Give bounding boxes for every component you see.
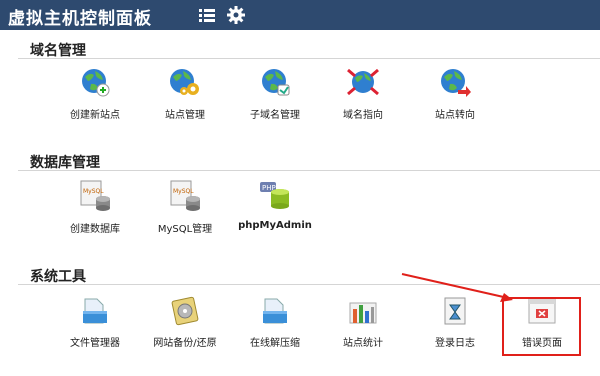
item-label: 站点统计 [343,338,383,349]
domain-point-item[interactable]: 域名指向 [318,66,408,121]
globe-point-icon [347,68,379,96]
item-label: phpMyAdmin [238,220,312,231]
item-label: 在线解压缩 [250,338,300,349]
item-label: 登录日志 [435,338,475,349]
item-label: 文件管理器 [70,338,120,349]
item-label: 站点管理 [165,110,205,121]
backup-icon [171,296,199,326]
item-label: 域名指向 [343,110,383,121]
mysql-manage-item[interactable]: MySQL MySQL管理 [140,178,230,235]
file-manager-item[interactable]: 文件管理器 [50,295,140,349]
section-title-domain: 域名管理 [30,43,86,59]
item-label: 子域名管理 [250,110,300,121]
file-manager-icon [83,298,107,324]
gear-icon[interactable] [226,5,246,25]
item-label: 网站备份/还原 [153,338,217,349]
site-redirect-item[interactable]: 站点转向 [410,66,500,121]
subdomain-manage-item[interactable]: 子域名管理 [230,66,320,121]
globe-gear-icon [170,69,199,95]
top-bar: 虚拟主机控制面板 [0,0,600,30]
globe-sub-icon [262,69,290,96]
section-title-database: 数据库管理 [30,155,100,171]
log-icon [444,297,466,325]
php-db-icon: PHP [260,182,289,209]
stats-icon [349,302,377,324]
section-divider [18,58,600,59]
unzip-item[interactable]: 在线解压缩 [230,295,320,349]
backup-restore-item[interactable]: 网站备份/还原 [140,295,230,349]
svg-text:MySQL: MySQL [83,188,104,195]
mysql-manage-icon: MySQL [170,180,200,211]
section-divider [18,170,600,171]
panel-title: 虚拟主机控制面板 [8,9,152,29]
create-site-item[interactable]: 创建新站点 [50,66,140,121]
list-icon[interactable] [197,5,217,25]
phpmyadmin-item[interactable]: PHP phpMyAdmin [230,178,320,231]
mysql-create-icon: MySQL [80,180,110,211]
globe-redirect-icon [441,69,471,97]
item-label: 创建数据库 [70,224,120,235]
site-manage-item[interactable]: 站点管理 [140,66,230,121]
site-stats-item[interactable]: 站点统计 [318,295,408,349]
login-log-item[interactable]: 登录日志 [410,295,500,349]
highlight-box [502,297,581,356]
item-label: 创建新站点 [70,110,120,121]
globe-add-icon [82,69,110,97]
section-divider [18,284,600,285]
unzip-icon [263,298,287,324]
svg-text:MySQL: MySQL [173,188,194,195]
section-title-tools: 系统工具 [30,269,86,285]
item-label: 站点转向 [435,110,475,121]
create-database-item[interactable]: MySQL 创建数据库 [50,178,140,235]
item-label: MySQL管理 [157,224,213,235]
